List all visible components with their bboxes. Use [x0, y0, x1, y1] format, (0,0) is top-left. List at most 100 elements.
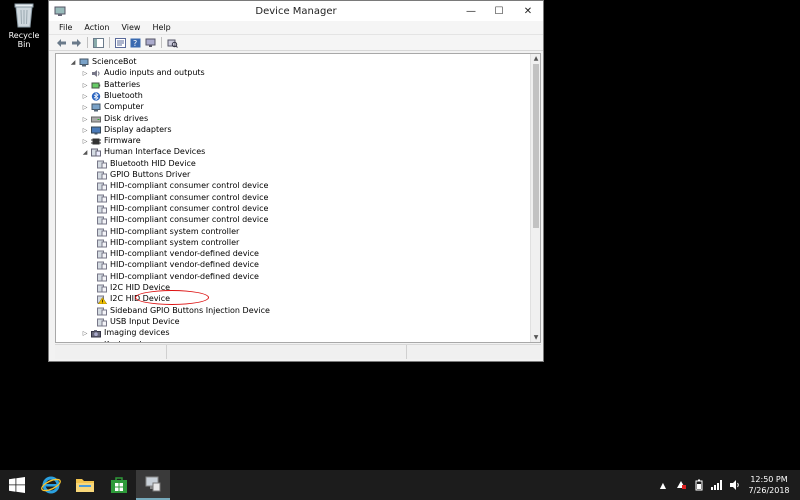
expand-chevron-icon[interactable]: ▷: [81, 92, 89, 100]
camera-icon: [91, 329, 101, 338]
tree-device-item[interactable]: Sideband GPIO Buttons Injection Device: [56, 306, 526, 317]
tree-item-label: Human Interface Devices: [104, 147, 206, 157]
minimize-button[interactable]: —: [457, 1, 485, 21]
windows-logo-icon: [9, 477, 25, 493]
tree-category-item[interactable]: ▷ Bluetooth: [56, 91, 526, 102]
keyboard-icon: [91, 341, 101, 343]
properties-button[interactable]: [114, 37, 126, 49]
scroll-up-icon[interactable]: ▲: [531, 54, 540, 63]
tree-category-item[interactable]: ▷ Batteries: [56, 80, 526, 91]
tree-category-item[interactable]: ▷ Display adapters: [56, 125, 526, 136]
tree-item-label: Keyboards: [104, 340, 146, 343]
tree-category-item[interactable]: ▷ Imaging devices: [56, 328, 526, 339]
maximize-button[interactable]: ☐: [485, 1, 513, 21]
tree-device-item[interactable]: HID-compliant system controller: [56, 227, 526, 238]
tree-device-item[interactable]: GPIO Buttons Driver: [56, 170, 526, 181]
network-icon[interactable]: [711, 479, 723, 491]
bluetooth-icon: [91, 92, 101, 101]
scrollbar-thumb[interactable]: [533, 64, 539, 228]
tree-category-item[interactable]: ▷ Firmware: [56, 136, 526, 147]
tree-device-item[interactable]: HID-compliant consumer control device: [56, 215, 526, 226]
console-tree-icon: [92, 37, 104, 48]
tree-category-item[interactable]: ▷ Computer: [56, 102, 526, 113]
menu-file[interactable]: File: [53, 23, 78, 32]
expand-chevron-icon[interactable]: ▷: [81, 70, 89, 78]
tree-device-item[interactable]: HID-compliant vendor-defined device: [56, 260, 526, 271]
taskbar-device-manager[interactable]: [136, 470, 170, 500]
forward-button[interactable]: [70, 37, 82, 49]
hid-device-icon: [97, 239, 107, 248]
menu-view[interactable]: View: [115, 23, 146, 32]
computer-icon: [91, 103, 101, 112]
tree-item-label: Imaging devices: [104, 328, 170, 338]
show-hide-console-tree-button[interactable]: [92, 37, 104, 49]
collapse-chevron-icon[interactable]: ◢: [81, 149, 89, 157]
tree-category-item[interactable]: ◢ Human Interface Devices: [56, 147, 526, 158]
battery-icon[interactable]: [693, 479, 705, 491]
store-icon: [111, 477, 127, 493]
tree-root-item[interactable]: ◢ ScienceBot: [56, 57, 526, 68]
tree-category-item[interactable]: ▷ Disk drives: [56, 114, 526, 125]
vertical-scrollbar[interactable]: ▲ ▼: [530, 54, 540, 342]
taskbar-file-explorer[interactable]: [68, 470, 102, 500]
scroll-down-icon[interactable]: ▼: [531, 333, 540, 342]
tree-device-item[interactable]: I2C HID Device: [56, 294, 526, 305]
hid-device-icon: [97, 273, 107, 282]
svg-text:?: ?: [133, 39, 137, 48]
tree-category-item[interactable]: ▷ Keyboards: [56, 340, 526, 343]
tree-device-item[interactable]: HID-compliant vendor-defined device: [56, 249, 526, 260]
tree-device-item[interactable]: USB Input Device: [56, 317, 526, 328]
hid-device-icon: [97, 205, 107, 214]
speaker-icon: [91, 69, 101, 78]
expand-chevron-icon[interactable]: ▷: [81, 126, 89, 134]
recycle-bin-shortcut[interactable]: Recycle Bin: [2, 2, 46, 49]
expand-chevron-icon[interactable]: ▷: [81, 115, 89, 123]
desktop: Recycle Bin Device Manager — ☐ ✕ File Ac…: [0, 0, 800, 500]
close-button[interactable]: ✕: [513, 1, 543, 21]
tree-device-item[interactable]: Bluetooth HID Device: [56, 159, 526, 170]
volume-icon[interactable]: [729, 479, 741, 491]
device-tree-panel[interactable]: ◢ ScienceBot ▷ Audio inputs and outputs ▷ Bat…: [55, 53, 541, 343]
collapse-chevron-icon[interactable]: ◢: [69, 59, 77, 67]
expand-chevron-icon[interactable]: ▷: [81, 341, 89, 343]
display-button[interactable]: [144, 37, 156, 49]
tree-item-label: HID-compliant vendor-defined device: [110, 260, 259, 270]
tree-category-item[interactable]: ▷ Audio inputs and outputs: [56, 68, 526, 79]
hid-device-icon: [97, 160, 107, 169]
scan-hardware-button[interactable]: [166, 37, 178, 49]
hid-device-icon: [97, 307, 107, 316]
menu-action[interactable]: Action: [78, 23, 115, 32]
action-center-icon[interactable]: [675, 479, 687, 491]
tree-device-item[interactable]: HID-compliant consumer control device: [56, 204, 526, 215]
tree-device-item[interactable]: HID-compliant consumer control device: [56, 193, 526, 204]
tree-device-item[interactable]: HID-compliant vendor-defined device: [56, 272, 526, 283]
hid-device-icon: [97, 261, 107, 270]
tree-item-label: HID-compliant consumer control device: [110, 181, 269, 191]
warning-device-icon: [97, 295, 108, 305]
clock[interactable]: 12:50 PM 7/26/2018: [744, 474, 794, 496]
tree-device-item[interactable]: HID-compliant system controller: [56, 238, 526, 249]
taskbar-store[interactable]: [102, 470, 136, 500]
tree-device-item[interactable]: I2C HID Device: [56, 283, 526, 294]
tree-device-item[interactable]: HID-compliant consumer control device: [56, 181, 526, 192]
menu-help[interactable]: Help: [146, 23, 176, 32]
hid-device-icon: [97, 284, 107, 293]
expand-chevron-icon[interactable]: ▷: [81, 81, 89, 89]
hid-device-icon: [97, 250, 107, 259]
show-hidden-icons-icon[interactable]: ▲: [657, 479, 669, 491]
back-button[interactable]: [55, 37, 67, 49]
start-button[interactable]: [0, 470, 34, 500]
expand-chevron-icon[interactable]: ▷: [81, 330, 89, 338]
expand-chevron-icon[interactable]: ▷: [81, 138, 89, 146]
help-button[interactable]: ?: [129, 37, 141, 49]
taskbar-internet-explorer[interactable]: [34, 470, 68, 500]
tree-item-label: Display adapters: [104, 124, 172, 134]
display-icon: [91, 126, 101, 135]
system-tray: ▲ 12:50 PM 7/26/2018: [654, 470, 800, 500]
expand-chevron-icon[interactable]: ▷: [81, 104, 89, 112]
tree-item-label: HID-compliant vendor-defined device: [110, 249, 259, 259]
tree-item-label: HID-compliant consumer control device: [110, 192, 269, 202]
title-bar[interactable]: Device Manager — ☐ ✕: [49, 1, 543, 21]
tree-item-label: USB Input Device: [110, 316, 180, 326]
hid-device-icon: [97, 171, 107, 180]
